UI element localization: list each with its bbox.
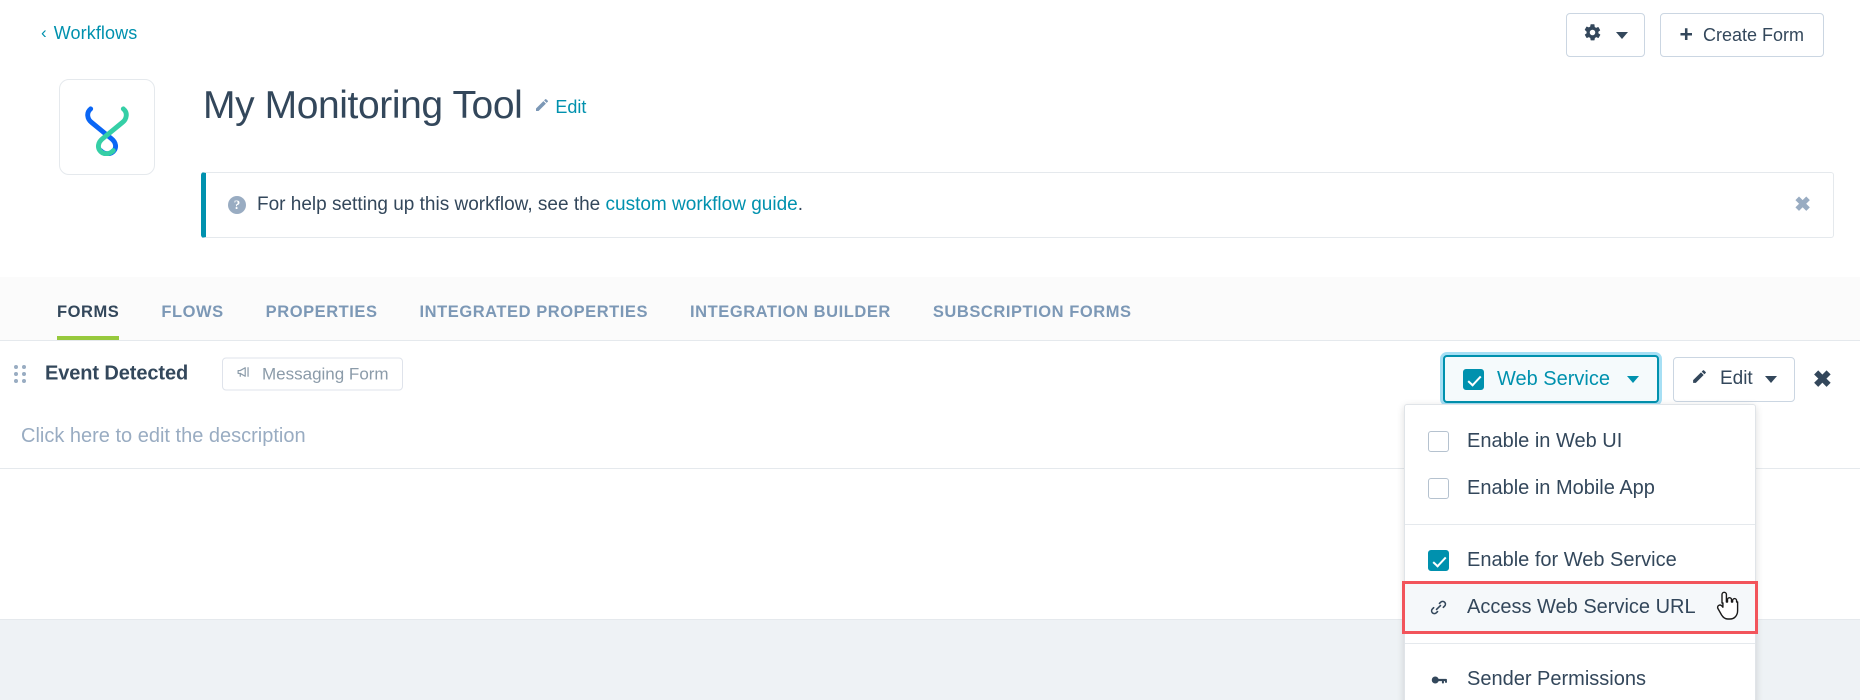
web-service-checkbox[interactable] <box>1462 368 1484 390</box>
menu-item-access-web-service-url[interactable]: Access Web Service URL <box>1402 581 1758 634</box>
form-row-title: Event Detected <box>45 362 189 385</box>
chevron-down-icon <box>1626 375 1639 383</box>
custom-workflow-guide-link[interactable]: custom workflow guide <box>606 194 798 215</box>
megaphone-icon <box>236 363 253 385</box>
settings-button[interactable] <box>1565 13 1645 57</box>
page-root: ‹ Workflows + Create Form My Monitoring … <box>0 0 1860 700</box>
menu-item-enable-web-service[interactable]: Enable for Web Service <box>1405 537 1755 584</box>
question-circle-icon: ? <box>228 196 246 214</box>
web-service-toggle-button[interactable]: Web Service <box>1442 355 1659 403</box>
web-service-label: Web Service <box>1496 367 1610 390</box>
page-title-row: My Monitoring Tool Edit <box>203 84 586 129</box>
help-banner: ? For help setting up this workflow, see… <box>201 172 1834 238</box>
web-service-dropdown-menu: Enable in Web UI Enable in Mobile App En… <box>1402 404 1758 700</box>
breadcrumb-workflows[interactable]: ‹ Workflows <box>41 23 137 44</box>
help-banner-text: For help setting up this workflow, see t… <box>257 194 803 216</box>
edit-title-link[interactable]: Edit <box>534 97 586 118</box>
top-bar: ‹ Workflows + Create Form <box>0 0 1860 68</box>
help-banner-content: ? For help setting up this workflow, see… <box>206 194 803 216</box>
create-form-button[interactable]: + Create Form <box>1659 13 1824 57</box>
menu-item-sender-permissions[interactable]: Sender Permissions <box>1405 656 1755 700</box>
tab-properties[interactable]: PROPERTIES <box>245 303 399 340</box>
close-icon[interactable]: ✖ <box>1794 195 1811 215</box>
chevron-left-icon: ‹ <box>41 23 47 42</box>
edit-title-label: Edit <box>555 97 587 117</box>
tab-forms[interactable]: FORMS <box>57 303 140 340</box>
menu-item-enable-web-ui[interactable]: Enable in Web UI <box>1405 418 1755 465</box>
menu-item-label: Access Web Service URL <box>1467 596 1696 618</box>
help-banner-text-after: . <box>797 194 803 215</box>
menu-item-label: Enable in Web UI <box>1467 430 1623 452</box>
menu-item-enable-mobile-app[interactable]: Enable in Mobile App <box>1405 465 1755 512</box>
page-title: My Monitoring Tool <box>203 84 523 127</box>
top-actions: + Create Form <box>1565 13 1824 57</box>
description-placeholder[interactable]: Click here to edit the description <box>21 425 306 448</box>
form-row-actions: Web Service Edit ✖ <box>1442 355 1832 403</box>
tab-flows[interactable]: FLOWS <box>140 303 244 340</box>
tab-integration-builder[interactable]: INTEGRATION BUILDER <box>669 303 912 340</box>
help-banner-text-before: For help setting up this workflow, see t… <box>257 194 606 215</box>
key-icon <box>1428 670 1449 690</box>
checkbox[interactable] <box>1428 550 1449 571</box>
logo-icon <box>85 106 129 156</box>
menu-item-label: Sender Permissions <box>1467 668 1646 690</box>
link-chain-icon <box>1428 598 1449 617</box>
remove-form-icon[interactable]: ✖ <box>1813 367 1832 391</box>
pencil-icon <box>534 97 550 118</box>
workflow-logo <box>59 79 155 175</box>
tab-subscription-forms[interactable]: SUBSCRIPTION FORMS <box>912 303 1153 340</box>
drag-handle-icon[interactable] <box>14 365 26 383</box>
gear-icon <box>1583 23 1602 47</box>
edit-form-label: Edit <box>1719 368 1753 389</box>
pencil-icon <box>1691 368 1708 391</box>
menu-item-label: Enable for Web Service <box>1467 549 1677 571</box>
chevron-down-icon <box>1615 31 1628 39</box>
menu-separator <box>1405 643 1755 644</box>
messaging-form-badge: Messaging Form <box>222 357 403 391</box>
menu-item-label: Enable in Mobile App <box>1467 477 1655 499</box>
checkbox[interactable] <box>1428 431 1449 452</box>
edit-form-button[interactable]: Edit <box>1672 356 1795 402</box>
plus-icon: + <box>1679 20 1693 47</box>
tab-bar: FORMS FLOWS PROPERTIES INTEGRATED PROPER… <box>0 277 1860 341</box>
messaging-form-badge-label: Messaging Form <box>262 364 389 383</box>
breadcrumb-label: Workflows <box>53 23 138 43</box>
checkbox[interactable] <box>1428 478 1449 499</box>
chevron-down-icon <box>1764 375 1777 383</box>
create-form-label: Create Form <box>1702 24 1804 45</box>
menu-separator <box>1405 524 1755 525</box>
tab-integrated-properties[interactable]: INTEGRATED PROPERTIES <box>399 303 670 340</box>
